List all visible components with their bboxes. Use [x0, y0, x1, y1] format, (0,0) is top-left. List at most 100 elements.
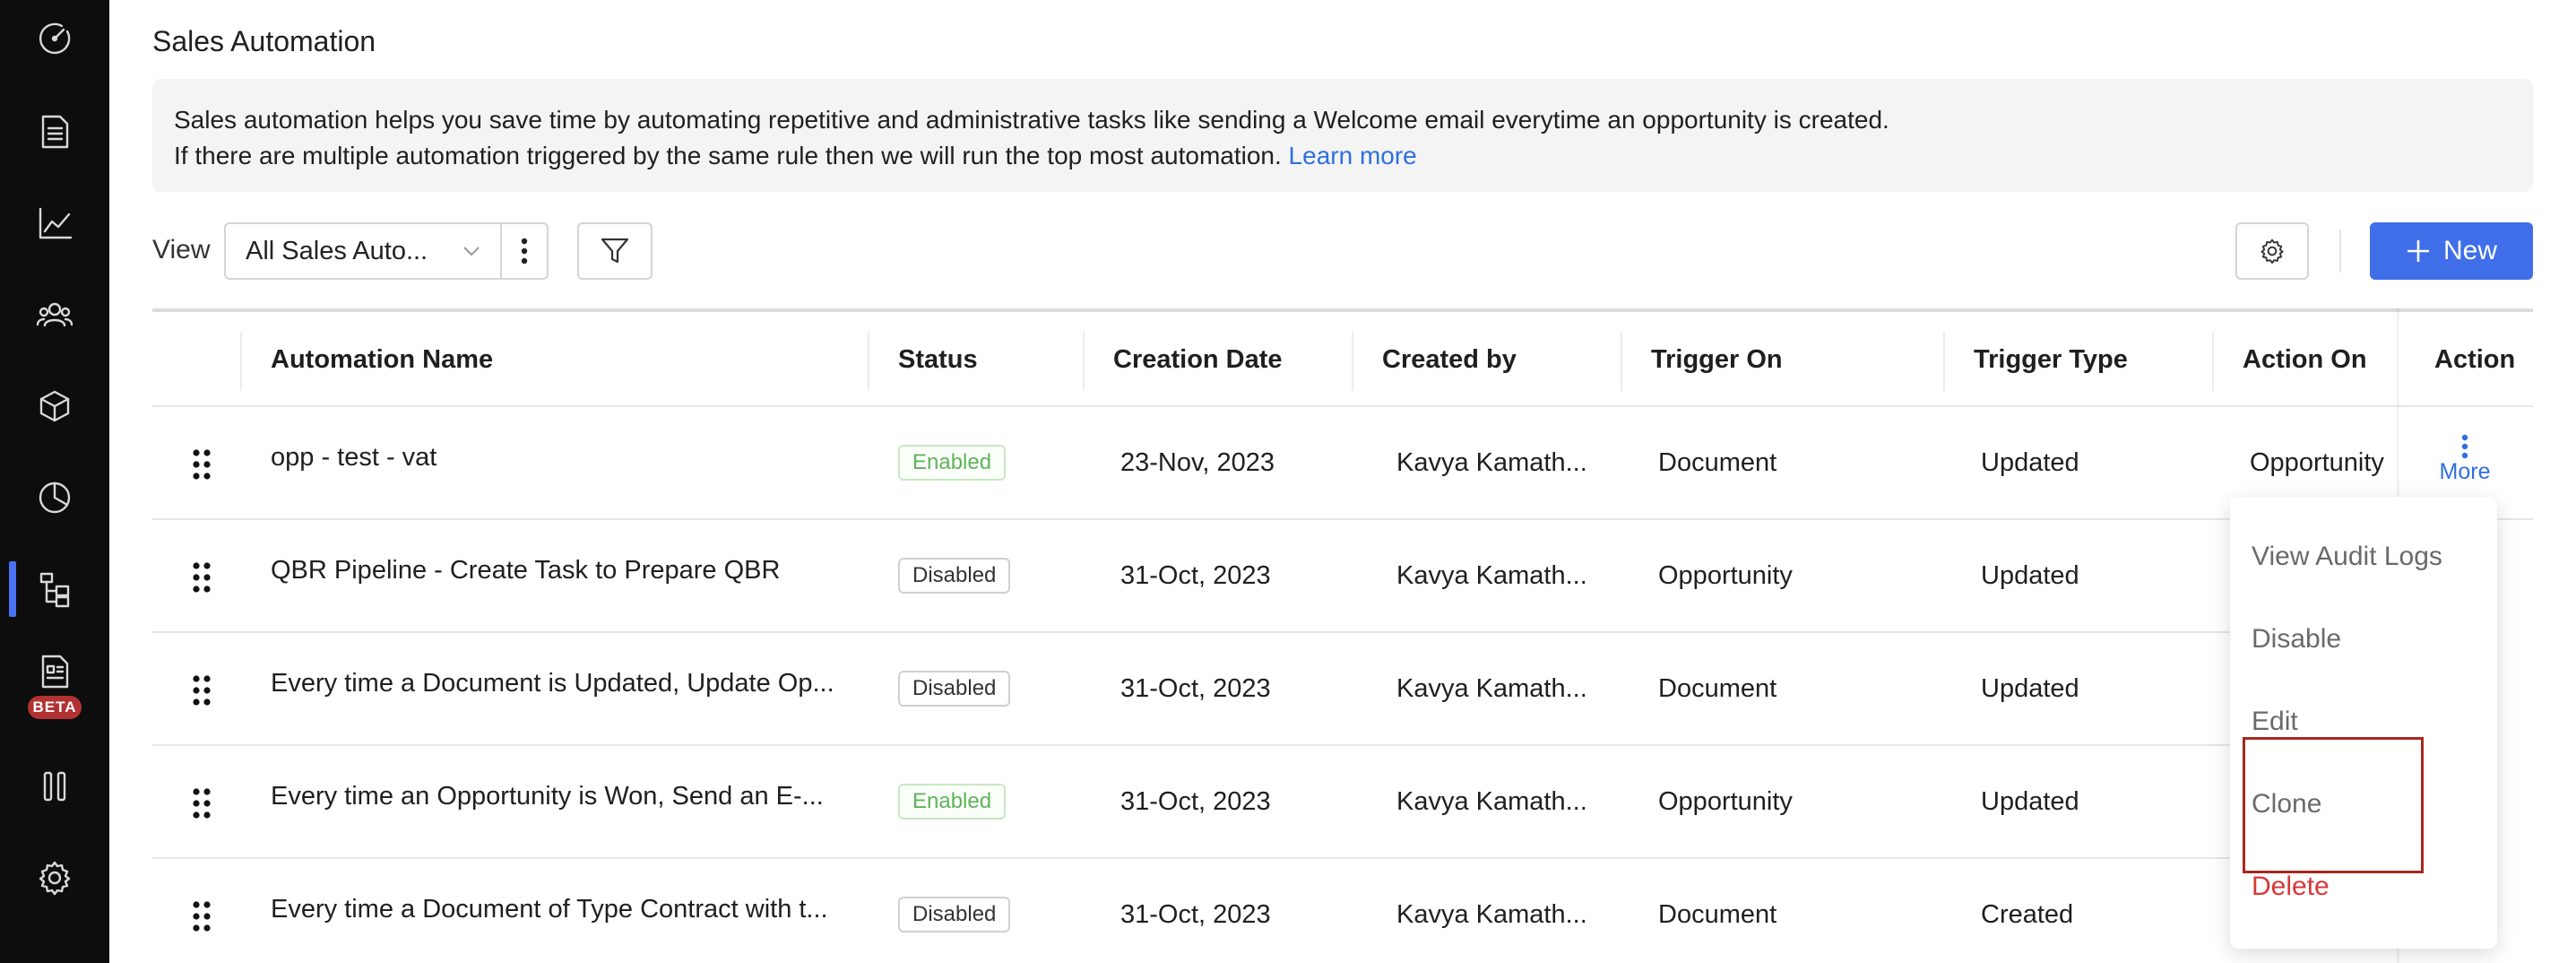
new-button-label: New: [2442, 236, 2497, 265]
creation-date: 31-Oct, 2023: [1120, 900, 1271, 929]
info-line-2: If there are multiple automation trigger…: [174, 138, 2511, 174]
table-row[interactable]: Every time a Document of Type Contract w…: [152, 857, 2533, 963]
col-header-trigger-on[interactable]: Trigger On: [1651, 312, 1783, 407]
table-settings-button[interactable]: [2235, 222, 2309, 280]
automation-name[interactable]: QBR Pipeline - Create Task to Prepare QB…: [271, 556, 780, 586]
column-separator: [2212, 332, 2214, 391]
table-row[interactable]: Every time an Opportunity is Won, Send a…: [152, 744, 2533, 857]
drag-handle-icon[interactable]: [192, 561, 212, 594]
creation-date: 23-Nov, 2023: [1120, 448, 1275, 477]
trigger-on: Opportunity: [1658, 787, 1793, 816]
cube-icon: [39, 390, 70, 422]
report-icon: [41, 655, 69, 689]
drag-handle-icon[interactable]: [192, 448, 212, 481]
nav-dashboard[interactable]: [0, 7, 109, 70]
trigger-on: Document: [1658, 448, 1777, 477]
drag-handle-icon[interactable]: [192, 900, 212, 933]
pie-chart-icon: [39, 482, 71, 514]
trigger-type: Updated: [1981, 448, 2079, 477]
filter-button[interactable]: [577, 222, 653, 280]
trend-chart-icon: [39, 207, 73, 239]
nav-documents[interactable]: [0, 100, 109, 163]
created-by: Kavya Kamath...: [1396, 561, 1587, 590]
column-separator: [1943, 332, 1945, 391]
clone-highlight: [2243, 737, 2424, 873]
created-by: Kavya Kamath...: [1396, 900, 1587, 929]
nav-analytics[interactable]: [0, 192, 109, 255]
nav-settings[interactable]: [0, 846, 109, 909]
created-by: Kavya Kamath...: [1396, 448, 1587, 477]
created-by: Kavya Kamath...: [1396, 674, 1587, 703]
nav-automation[interactable]: [0, 558, 109, 620]
kebab-icon: [521, 238, 528, 265]
nav-reports[interactable]: [0, 466, 109, 529]
col-header-name[interactable]: Automation Name: [271, 312, 493, 407]
status-badge: Disabled: [898, 897, 1011, 933]
drag-handle-icon[interactable]: [192, 787, 212, 820]
drag-handle-icon[interactable]: [192, 674, 212, 707]
users-icon: [36, 302, 73, 327]
new-automation-button[interactable]: New: [2370, 222, 2533, 280]
trigger-type: Created: [1981, 900, 2074, 929]
view-options-button[interactable]: [500, 222, 549, 280]
creation-date: 31-Oct, 2023: [1120, 787, 1271, 816]
col-header-created-by[interactable]: Created by: [1382, 312, 1517, 407]
col-header-action: Action: [2434, 344, 2516, 374]
col-header-action-on[interactable]: Action On: [2243, 312, 2367, 407]
nav-pipelines[interactable]: [0, 755, 109, 818]
row-more-button[interactable]: More: [2420, 434, 2510, 506]
info-banner: Sales automation helps you save time by …: [152, 79, 2533, 192]
automation-name[interactable]: Every time a Document is Updated, Update…: [271, 669, 834, 698]
col-header-trigger-type[interactable]: Trigger Type: [1974, 312, 2128, 407]
info-line-1: Sales automation helps you save time by …: [174, 106, 1889, 134]
gear-icon: [2260, 239, 2284, 265]
column-separator: [240, 332, 242, 391]
view-label: View: [152, 235, 211, 265]
document-icon: [41, 115, 69, 149]
trigger-on: Document: [1658, 900, 1777, 929]
column-separator: [1621, 332, 1622, 391]
toolbar-divider: [2339, 230, 2341, 273]
nav-beta-reports[interactable]: [0, 640, 109, 703]
beta-badge: BETA: [28, 696, 82, 719]
learn-more-link[interactable]: Learn more: [1289, 142, 1417, 169]
speedometer-icon: [39, 22, 71, 55]
status-badge: Enabled: [898, 784, 1007, 820]
menu-item-view-audit-logs[interactable]: View Audit Logs: [2252, 542, 2442, 572]
info-line-2-text: If there are multiple automation trigger…: [174, 142, 1282, 169]
table-row[interactable]: QBR Pipeline - Create Task to Prepare QB…: [152, 518, 2533, 631]
creation-date: 31-Oct, 2023: [1120, 674, 1271, 703]
gear-icon: [39, 861, 71, 896]
nav-contacts[interactable]: [0, 283, 109, 346]
col-header-status[interactable]: Status: [898, 312, 978, 407]
view-select[interactable]: All Sales Auto...: [224, 222, 502, 280]
action-on: Opportunity: [2250, 448, 2384, 477]
trigger-type: Updated: [1981, 561, 2079, 590]
workflow-icon: [39, 572, 70, 608]
automation-name[interactable]: Every time a Document of Type Contract w…: [271, 895, 828, 924]
table-top-border: [152, 308, 2533, 312]
menu-item-delete[interactable]: Delete: [2252, 872, 2330, 902]
table-row[interactable]: opp - test - vat Enabled 23-Nov, 2023 Ka…: [152, 405, 2533, 518]
automation-table: Automation Name Status Creation Date Cre…: [152, 308, 2533, 963]
menu-item-edit[interactable]: Edit: [2252, 707, 2298, 737]
column-separator: [868, 332, 869, 391]
creation-date: 31-Oct, 2023: [1120, 561, 1271, 590]
automation-name[interactable]: Every time an Opportunity is Won, Send a…: [271, 782, 824, 811]
table-row[interactable]: Every time a Document is Updated, Update…: [152, 631, 2533, 744]
trigger-type: Updated: [1981, 787, 2079, 816]
page-title: Sales Automation: [152, 25, 376, 57]
col-header-creation-date[interactable]: Creation Date: [1113, 312, 1283, 407]
nav-products[interactable]: [0, 375, 109, 438]
columns-icon: [43, 771, 66, 802]
trigger-on: Opportunity: [1658, 561, 1793, 590]
menu-item-disable[interactable]: Disable: [2252, 624, 2341, 655]
kebab-icon: [2461, 434, 2468, 459]
view-select-value: All Sales Auto...: [246, 236, 428, 265]
status-badge: Disabled: [898, 671, 1011, 707]
row-divider: [2399, 405, 2533, 407]
column-separator: [1352, 332, 1353, 391]
filter-icon: [601, 238, 629, 264]
created-by: Kavya Kamath...: [1396, 787, 1587, 816]
automation-name[interactable]: opp - test - vat: [271, 443, 437, 473]
